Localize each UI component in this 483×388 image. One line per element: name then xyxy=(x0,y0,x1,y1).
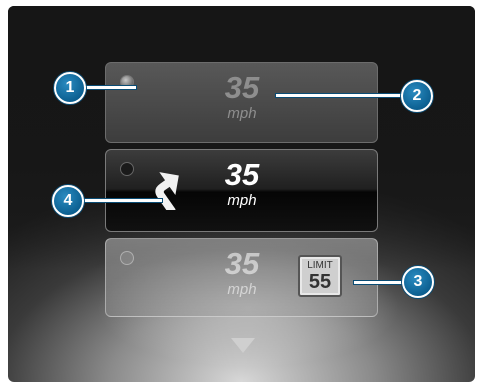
speed-value: 35 xyxy=(224,246,260,281)
callout-leader-4 xyxy=(82,199,162,202)
limit-label: LIMIT xyxy=(307,260,333,271)
callout-leader-2 xyxy=(276,94,402,97)
callout-marker-4: 4 xyxy=(52,185,84,217)
callout-leader-3 xyxy=(354,281,404,284)
radio-indicator-3[interactable] xyxy=(120,251,134,265)
speed-tile-2[interactable]: 35 mph xyxy=(105,149,378,232)
speed-tile-1[interactable]: 35 mph xyxy=(105,62,378,143)
speed-unit: mph xyxy=(227,105,257,122)
callout-marker-3: 3 xyxy=(402,266,434,298)
limit-value: 55 xyxy=(308,271,332,293)
speed-value: 35 xyxy=(224,70,260,105)
speed-value: 35 xyxy=(224,157,260,192)
callout-marker-1: 1 xyxy=(54,72,86,104)
speed-unit: mph xyxy=(227,281,257,298)
callout-leader-1 xyxy=(84,86,136,89)
figure-frame: 35 mph 35 mph 35 mph LIMIT 55 1 2 3 4 xyxy=(0,0,483,388)
turn-right-arrow-icon xyxy=(155,172,179,210)
radio-indicator-2[interactable] xyxy=(120,162,134,176)
speed-limit-sign: LIMIT 55 xyxy=(298,255,342,297)
speed-tile-3[interactable]: 35 mph LIMIT 55 xyxy=(105,238,378,317)
scroll-down-arrow-icon[interactable] xyxy=(231,338,255,354)
callout-marker-2: 2 xyxy=(401,80,433,112)
speed-unit: mph xyxy=(227,192,257,209)
